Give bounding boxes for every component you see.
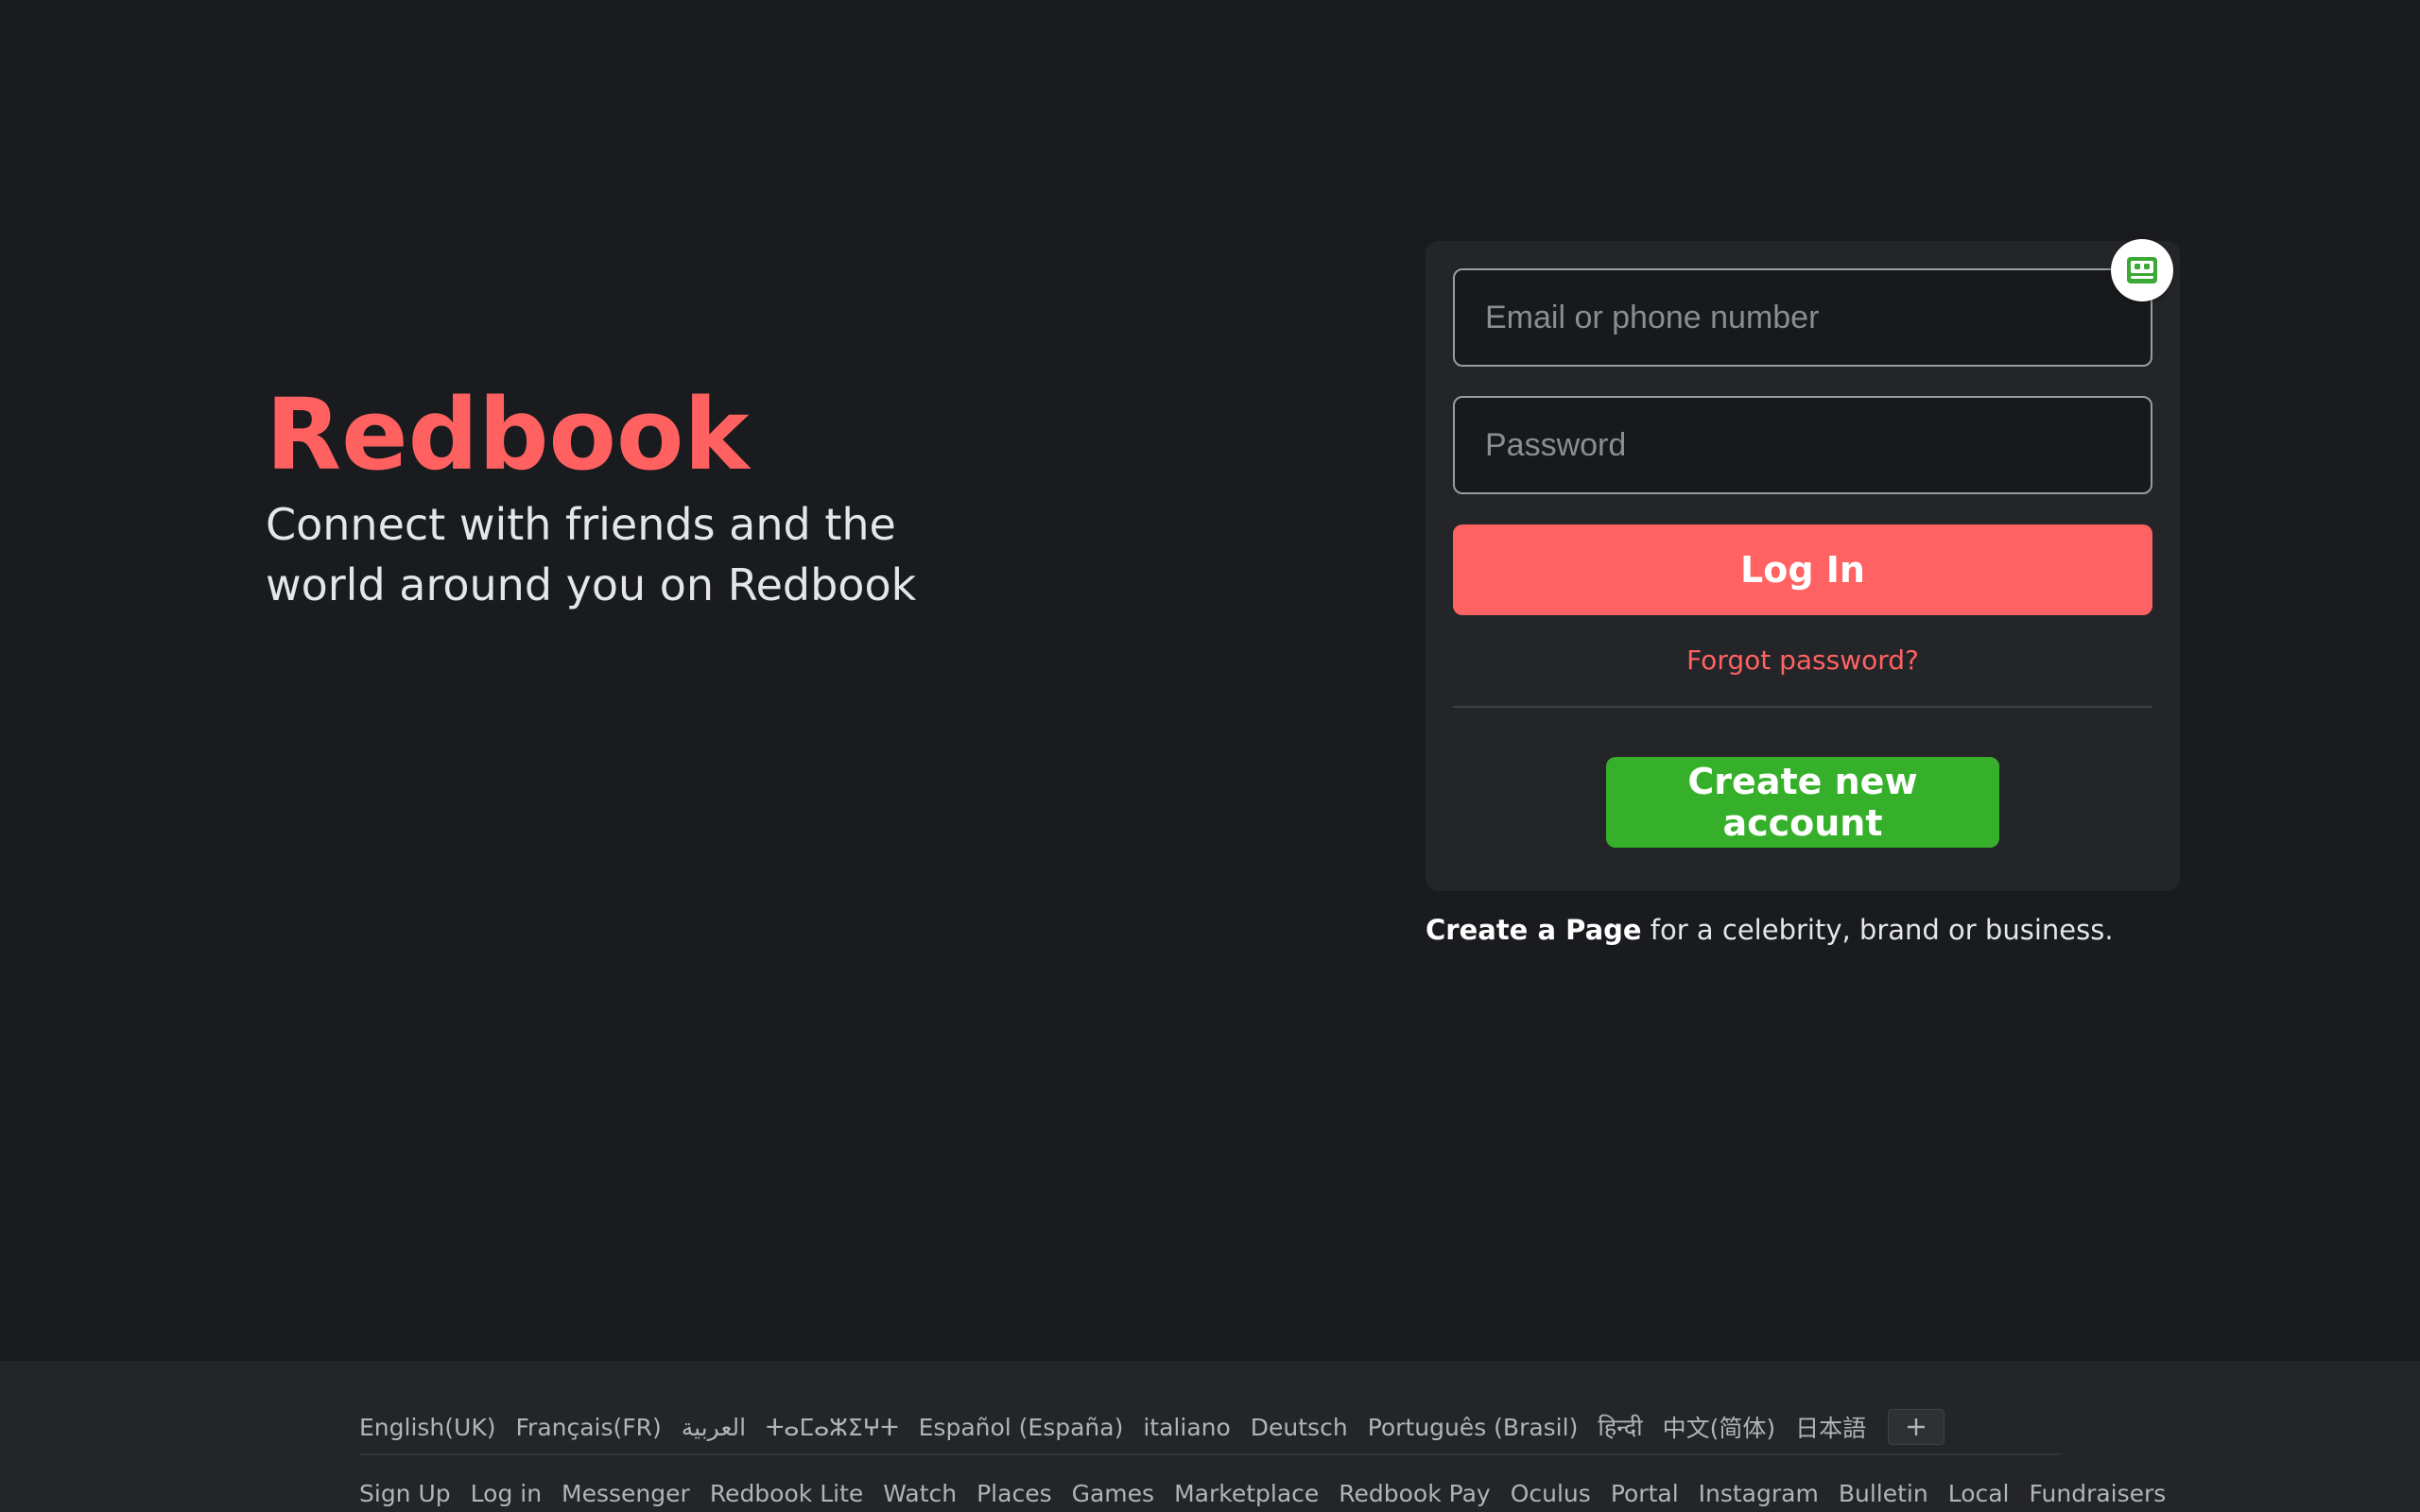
brand-section: Redbook Connect with friends and the wor… — [266, 373, 984, 615]
language-link[interactable]: Español (España) — [919, 1414, 1124, 1441]
language-link[interactable]: 日本語 — [1795, 1410, 1866, 1444]
brand-tagline: Connect with friends and the world aroun… — [266, 499, 917, 610]
footer-link-instagram[interactable]: Instagram — [1699, 1480, 1819, 1507]
email-field[interactable] — [1453, 268, 2152, 367]
language-link[interactable]: ⵜⴰⵎⴰⵣⵉⵖⵜ — [766, 1414, 899, 1441]
password-field[interactable] — [1453, 396, 2152, 494]
language-link[interactable]: العربية — [682, 1414, 746, 1441]
create-page-link[interactable]: Create a Page — [1426, 914, 1642, 946]
login-card: Log In Forgot password? Create new accou… — [1426, 241, 2180, 891]
footer-link-local[interactable]: Local — [1948, 1480, 2010, 1507]
brand-logo: Redbook — [266, 377, 750, 492]
footer-link-watch[interactable]: Watch — [883, 1480, 957, 1507]
footer-link-bulletin[interactable]: Bulletin — [1839, 1480, 1928, 1507]
footer: English(UK) Français(FR) العربية ⵜⴰⵎⴰⵣⵉⵖ… — [0, 1361, 2420, 1512]
more-languages-button[interactable] — [1888, 1409, 1945, 1445]
language-link[interactable]: italiano — [1143, 1414, 1230, 1441]
language-link[interactable]: English(UK) — [359, 1414, 495, 1441]
language-link[interactable]: हिन्दी — [1598, 1411, 1642, 1443]
footer-link-log-in[interactable]: Log in — [471, 1480, 542, 1507]
language-list: English(UK) Français(FR) العربية ⵜⴰⵎⴰⵣⵉⵖ… — [359, 1399, 2061, 1455]
login-page: Redbook Connect with friends and the wor… — [0, 0, 2420, 1512]
plus-icon — [1908, 1418, 1926, 1435]
footer-link-redbook-pay[interactable]: Redbook Pay — [1339, 1480, 1490, 1507]
footer-link-messenger[interactable]: Messenger — [562, 1480, 690, 1507]
robot-extension-icon[interactable] — [2111, 239, 2173, 301]
create-page-description: for a celebrity, brand or business. — [1641, 914, 2114, 946]
create-page-text: Create a Page for a celebrity, brand or … — [1426, 911, 2114, 949]
language-link[interactable]: Français(FR) — [515, 1414, 661, 1441]
create-account-button[interactable]: Create new account — [1606, 757, 1999, 848]
footer-divider — [359, 1453, 2061, 1455]
robot-icon — [2127, 257, 2157, 284]
login-button[interactable]: Log In — [1453, 524, 2152, 615]
footer-links: Sign Up Log in Messenger Redbook Lite Wa… — [359, 1472, 2166, 1512]
footer-link-oculus[interactable]: Oculus — [1511, 1480, 1591, 1507]
footer-link-places[interactable]: Places — [977, 1480, 1052, 1507]
footer-link-games[interactable]: Games — [1072, 1480, 1154, 1507]
footer-link-fundraisers[interactable]: Fundraisers — [2030, 1480, 2167, 1507]
language-link[interactable]: Português (Brasil) — [1368, 1414, 1579, 1441]
card-divider — [1453, 706, 2152, 708]
footer-link-sign-up[interactable]: Sign Up — [359, 1480, 451, 1507]
forgot-password-link[interactable]: Forgot password? — [1453, 644, 2152, 678]
footer-link-redbook-lite[interactable]: Redbook Lite — [710, 1480, 863, 1507]
footer-link-marketplace[interactable]: Marketplace — [1174, 1480, 1319, 1507]
language-link[interactable]: Deutsch — [1251, 1414, 1348, 1441]
language-link[interactable]: 中文(简体) — [1663, 1410, 1776, 1444]
footer-link-portal[interactable]: Portal — [1611, 1480, 1679, 1507]
